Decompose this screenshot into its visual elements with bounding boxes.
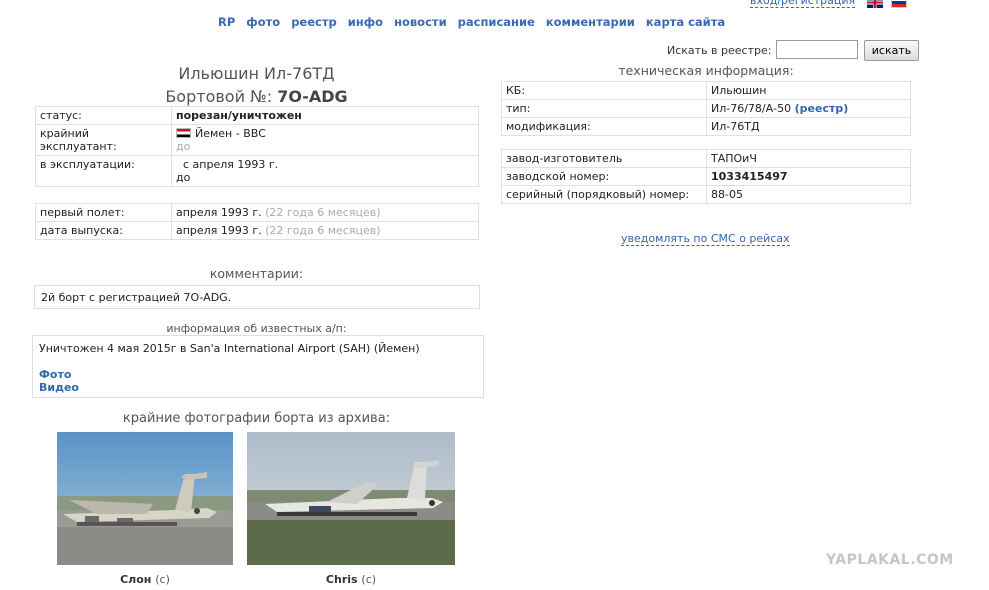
line-number-value: 88-05 <box>706 185 911 204</box>
english-flag-icon[interactable] <box>867 0 883 8</box>
service-from: с апреля 1993 г. <box>183 158 279 171</box>
first-flight-cell: апреля 1993 г. (22 года 6 месяцев) <box>171 203 479 222</box>
video-link[interactable]: Видео <box>39 381 79 394</box>
nav-registry[interactable]: реестр <box>291 15 337 29</box>
airport-info-text: Уничтожен 4 мая 2015г в San'a Internatio… <box>39 342 420 355</box>
photo-2-caption: Chris (c) <box>247 573 455 586</box>
serial-value: 1033415497 <box>706 167 911 186</box>
operator-value[interactable]: Йемен - ВВС <box>195 127 266 140</box>
yemen-flag-icon <box>176 128 191 138</box>
service-cell: с апреля 1993 г. до <box>171 155 479 187</box>
aircraft-photo-1[interactable] <box>57 432 233 565</box>
type-value: Ил-76/78/А-50 <box>711 102 792 115</box>
search-button[interactable]: искать <box>864 40 919 61</box>
factory-value: ТАПОиЧ <box>706 149 911 168</box>
operator-until: до <box>176 140 191 153</box>
operator-cell: Йемен - ВВС до <box>171 124 479 156</box>
type-cell: Ил-76/78/А-50 (реестр) <box>706 99 911 118</box>
nav-schedule[interactable]: расписание <box>458 15 535 29</box>
modification-value: Ил-76ТД <box>706 117 911 136</box>
comment-text: 2й борт с регистрацией 7O-ADG. <box>41 291 232 304</box>
nav-rp[interactable]: RP <box>218 15 235 29</box>
photo-1-caption: Слон (c) <box>57 573 233 586</box>
tech-table: КБ: Ильюшин тип: Ил-76/78/А-50 (реестр) … <box>501 81 911 136</box>
dates-table: первый полет: апреля 1993 г. (22 года 6 … <box>35 203 479 240</box>
factory-label: завод-изготовитель <box>501 149 707 168</box>
top-nav: RP фото реестр инфо новости расписание коммент… <box>218 15 736 29</box>
service-label: в эксплуатации: <box>35 155 172 187</box>
first-flight-value: апреля 1993 г. <box>176 206 262 219</box>
registration-number: 7O-ADG <box>277 87 348 106</box>
status-label: статус: <box>35 106 172 125</box>
aircraft-photo-2-image <box>247 432 455 565</box>
release-cell: апреля 1993 г. (22 года 6 месяцев) <box>171 221 479 240</box>
kb-label: КБ: <box>501 81 707 100</box>
aircraft-photo-1-image <box>57 432 233 565</box>
sms-notify-link[interactable]: уведомлять по СМС о рейсах <box>621 232 790 246</box>
airport-info-title: информация об известных а/п: <box>166 322 347 335</box>
status-table: статус: порезан/уничтожен крайний эксплу… <box>35 106 479 187</box>
photo-2-author[interactable]: Chris <box>326 573 358 586</box>
status-value: порезан/уничтожен <box>171 106 479 125</box>
aircraft-title: Ильюшин Ил-76ТД <box>178 64 335 83</box>
tech-title: техническая информация: <box>618 63 794 78</box>
airport-info-box: Уничтожен 4 мая 2015г в San'a Internatio… <box>32 335 484 398</box>
nav-news[interactable]: новости <box>394 15 447 29</box>
kb-value: Ильюшин <box>706 81 911 100</box>
comments-box: 2й борт с регистрацией 7O-ADG. <box>34 285 480 309</box>
photo-link[interactable]: Фото <box>39 368 71 381</box>
registration-line: Бортовой №: 7O-ADG <box>34 87 479 106</box>
modification-label: модификация: <box>501 117 707 136</box>
type-label: тип: <box>501 99 707 118</box>
login-link[interactable]: вход/регистрация <box>750 0 856 8</box>
search-input[interactable] <box>776 40 858 59</box>
search-label: Искать в реестре: <box>667 44 772 57</box>
russian-flag-icon[interactable] <box>891 0 907 8</box>
watermark: YAPLAKAL.COM <box>826 552 954 568</box>
aircraft-photo-2[interactable] <box>247 432 455 565</box>
operator-label: крайний эксплуатант: <box>35 124 172 156</box>
line-number-label: серийный (порядковый) номер: <box>501 185 707 204</box>
serial-label: заводской номер: <box>501 167 707 186</box>
nav-comments[interactable]: комментарии <box>546 15 635 29</box>
first-flight-age: (22 года 6 месяцев) <box>265 206 381 219</box>
release-label: дата выпуска: <box>35 221 172 240</box>
registration-prefix: Бортовой №: <box>165 87 273 106</box>
first-flight-label: первый полет: <box>35 203 172 222</box>
type-registry-link[interactable]: (реестр) <box>795 102 849 115</box>
service-until: до <box>176 171 191 184</box>
nav-sitemap[interactable]: карта сайта <box>646 15 725 29</box>
nav-info[interactable]: инфо <box>348 15 383 29</box>
factory-table: завод-изготовитель ТАПОиЧ заводской номе… <box>501 149 911 204</box>
photo-1-copyright: (c) <box>155 573 170 586</box>
photo-1-author[interactable]: Слон <box>120 573 151 586</box>
release-value: апреля 1993 г. <box>176 224 262 237</box>
comments-title: комментарии: <box>209 266 304 281</box>
photo-2-copyright: (c) <box>361 573 377 586</box>
nav-photo[interactable]: фото <box>246 15 280 29</box>
release-age: (22 года 6 месяцев) <box>265 224 381 237</box>
photos-title: крайние фотографии борта из архива: <box>122 411 391 426</box>
